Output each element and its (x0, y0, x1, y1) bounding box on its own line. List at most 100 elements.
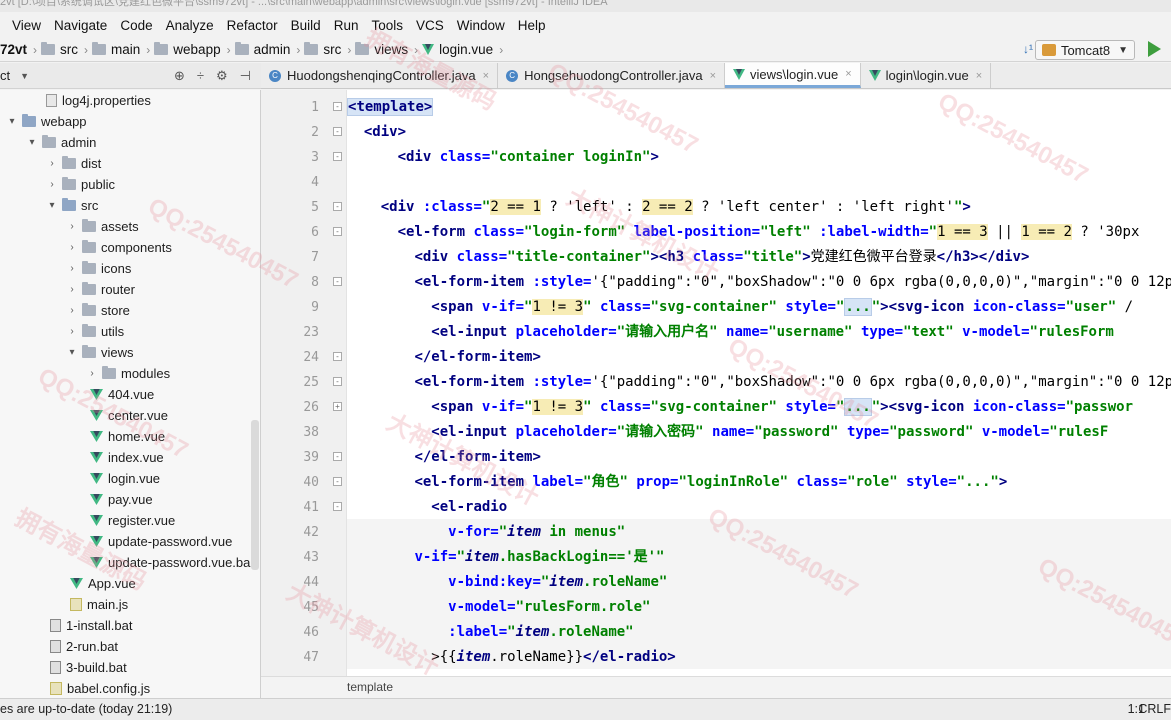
tree-scrollbar[interactable] (251, 420, 259, 570)
hide-icon[interactable]: ⊣ (240, 68, 251, 84)
project-view-label[interactable]: ct (0, 68, 10, 83)
collapse-arrow-icon[interactable]: › (46, 179, 58, 190)
menu-navigate[interactable]: Navigate (54, 18, 107, 33)
tree-item[interactable]: › dist (46, 153, 101, 174)
expand-arrow-icon[interactable]: ▾ (46, 200, 58, 211)
menu-tools[interactable]: Tools (371, 18, 403, 33)
breadcrumb-views[interactable]: views › (355, 42, 418, 57)
tab-views-login-vue[interactable]: views\login.vue × (725, 63, 861, 88)
line-number: 26 (303, 400, 319, 415)
menu-vcs[interactable]: VCS (416, 18, 444, 33)
tree-item[interactable]: home.vue (90, 426, 165, 447)
tree-item[interactable]: login.vue (90, 468, 160, 489)
collapse-arrow-icon[interactable]: › (66, 242, 78, 253)
menu-window[interactable]: Window (457, 18, 505, 33)
tree-item[interactable]: ▾ admin (26, 132, 96, 153)
fold-icon[interactable]: - (333, 452, 342, 461)
menu-code[interactable]: Code (120, 18, 152, 33)
close-icon[interactable]: × (845, 68, 851, 80)
collapse-arrow-icon[interactable]: › (66, 221, 78, 232)
tree-item[interactable]: › assets (66, 216, 139, 237)
tree-item[interactable]: pay.vue (90, 489, 153, 510)
fold-icon[interactable]: - (333, 377, 342, 386)
fold-icon[interactable]: - (333, 102, 342, 111)
menu-help[interactable]: Help (518, 18, 546, 33)
breadcrumb-main[interactable]: main › (92, 42, 150, 57)
menu-analyze[interactable]: Analyze (166, 18, 214, 33)
line-ending[interactable]: CRLF (1138, 699, 1171, 720)
status-message[interactable]: es are up-to-date (today 21:19) (0, 699, 172, 720)
fold-icon[interactable]: - (333, 477, 342, 486)
fold-icon[interactable]: - (333, 202, 342, 211)
target-icon[interactable]: ⊕ (174, 68, 185, 84)
fold-icon[interactable]: - (333, 127, 342, 136)
tree-item[interactable]: 2-run.bat (50, 636, 118, 657)
collapse-arrow-icon[interactable]: › (66, 263, 78, 274)
tree-item[interactable]: ▾ src (46, 195, 98, 216)
tree-item[interactable]: App.vue (70, 573, 136, 594)
fold-icon[interactable]: - (333, 352, 342, 361)
tree-item[interactable]: babel.config.js (50, 678, 150, 698)
fold-icon[interactable]: - (333, 277, 342, 286)
menu-view[interactable]: View (12, 18, 41, 33)
expand-arrow-icon[interactable]: ▾ (66, 347, 78, 358)
close-icon[interactable]: × (976, 70, 982, 82)
tree-item[interactable]: › router (66, 279, 135, 300)
collapse-arrow-icon[interactable]: › (86, 368, 98, 379)
tree-item-label: webapp (41, 114, 87, 129)
breadcrumb-src[interactable]: src › (41, 42, 88, 57)
tree-item[interactable]: › store (66, 300, 130, 321)
chevron-down-icon[interactable]: ▼ (20, 71, 29, 81)
menu-refactor[interactable]: Refactor (227, 18, 278, 33)
breadcrumb-project[interactable]: 72vt › (0, 42, 37, 57)
close-icon[interactable]: × (483, 70, 489, 82)
tree-item[interactable]: ▾ webapp (6, 111, 87, 132)
tab-huodongshenqing-controller[interactable]: C HuodongshenqingController.java × (261, 63, 499, 88)
tree-item[interactable]: › utils (66, 321, 124, 342)
expand-arrow-icon[interactable]: ▾ (26, 137, 38, 148)
tree-item[interactable]: update-password.vue.ba (90, 552, 250, 573)
fold-icon[interactable]: - (333, 502, 342, 511)
menu-run[interactable]: Run (334, 18, 359, 33)
collapse-arrow-icon[interactable]: › (66, 305, 78, 316)
tree-item[interactable]: log4j.properties (46, 90, 151, 111)
run-configuration-select[interactable]: Tomcat8 ▼ (1034, 40, 1135, 60)
menu-build[interactable]: Build (291, 18, 321, 33)
close-icon[interactable]: × (710, 70, 716, 82)
vue-file-icon (90, 536, 103, 547)
tree-item[interactable]: main.js (70, 594, 128, 615)
collapse-arrow-icon[interactable]: › (66, 326, 78, 337)
code-line-24: </el-form-item> (414, 349, 541, 365)
tree-item[interactable]: 404.vue (90, 384, 154, 405)
tree-item[interactable]: update-password.vue (90, 531, 232, 552)
run-icon[interactable] (1148, 41, 1161, 57)
tree-item[interactable]: ▾ views (66, 342, 134, 363)
tree-item[interactable]: › components (66, 237, 172, 258)
fold-icon[interactable]: + (333, 402, 342, 411)
breadcrumb-login-vue[interactable]: login.vue › (422, 42, 503, 57)
tab-hongsehuodong-controller[interactable]: C HongsehuodongController.java × (498, 63, 726, 88)
tree-item[interactable]: › public (46, 174, 115, 195)
breadcrumb-admin[interactable]: admin › (234, 42, 300, 57)
code-line-40: <el-form-item label="角色" prop="loginInRo… (414, 474, 1008, 490)
expand-arrow-icon[interactable]: ▾ (6, 116, 18, 127)
tab-login-login-vue[interactable]: login\login.vue × (861, 63, 992, 88)
tree-item[interactable]: index.vue (90, 447, 164, 468)
editor-breadcrumb[interactable]: template (261, 676, 1171, 698)
tree-item[interactable]: › icons (66, 258, 131, 279)
breadcrumb-src-2[interactable]: src › (304, 42, 351, 57)
sort-icon[interactable]: ↓¹ (1023, 42, 1033, 56)
collapse-arrow-icon[interactable]: › (66, 284, 78, 295)
collapse-icon[interactable]: ÷ (197, 68, 204, 84)
tree-item-label: center.vue (108, 408, 168, 423)
fold-icon[interactable]: - (333, 152, 342, 161)
collapse-arrow-icon[interactable]: › (46, 158, 58, 169)
fold-icon[interactable]: - (333, 227, 342, 236)
gear-icon[interactable]: ⚙ (216, 68, 228, 84)
tree-item[interactable]: 3-build.bat (50, 657, 127, 678)
tree-item[interactable]: register.vue (90, 510, 175, 531)
tree-item[interactable]: 1-install.bat (50, 615, 132, 636)
tree-item[interactable]: center.vue (90, 405, 168, 426)
tree-item[interactable]: › modules (86, 363, 170, 384)
breadcrumb-webapp[interactable]: webapp › (154, 42, 231, 57)
